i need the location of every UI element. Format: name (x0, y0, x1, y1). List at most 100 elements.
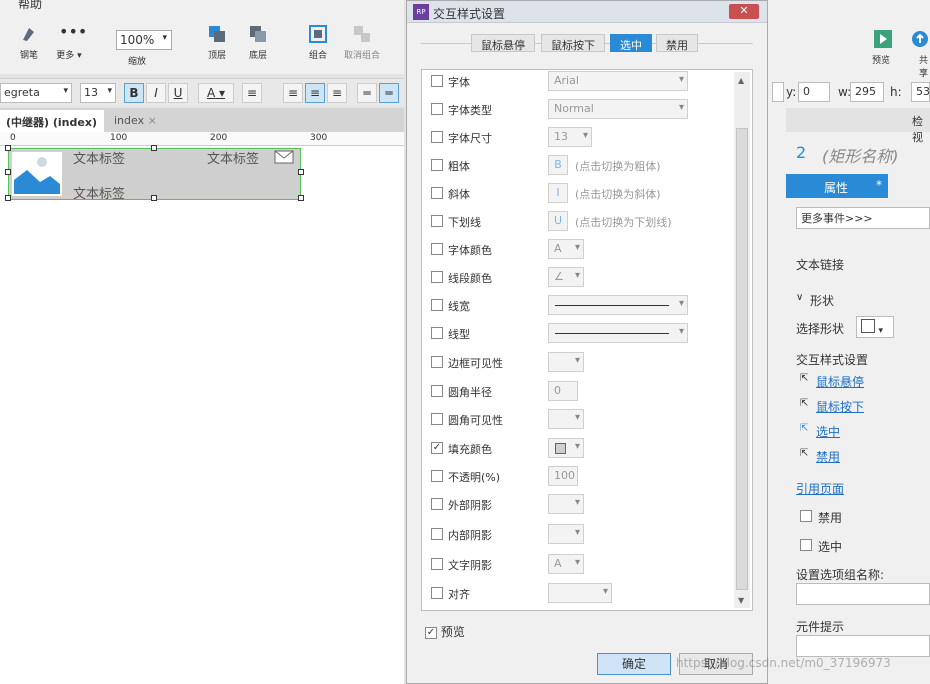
row-control[interactable]: 100 (548, 466, 578, 486)
row-checkbox[interactable] (431, 587, 443, 599)
tooltip-input[interactable] (796, 635, 930, 657)
menu-help[interactable]: 帮助 (18, 0, 42, 12)
resize-handle[interactable] (298, 195, 304, 201)
italic-button[interactable]: I (146, 83, 166, 103)
resize-handle[interactable] (298, 169, 304, 175)
bring-to-top-button[interactable]: 顶层 (194, 24, 240, 61)
preview-icon[interactable] (874, 30, 892, 48)
h-field[interactable]: 53 (911, 82, 930, 102)
tab-hover[interactable]: 鼠标悬停 (471, 34, 535, 52)
tab-selected[interactable]: 选中 (610, 34, 652, 52)
bold-button[interactable]: B (124, 83, 144, 103)
close-icon[interactable]: × (148, 114, 157, 127)
ref-page-link[interactable]: 引用页面 (796, 480, 844, 497)
row-checkbox[interactable] (431, 558, 443, 570)
row-control[interactable] (548, 524, 584, 544)
scroll-down-icon[interactable]: ▼ (738, 596, 744, 605)
row-control[interactable] (548, 323, 688, 343)
row-checkbox[interactable] (431, 385, 443, 397)
row-checkbox[interactable] (431, 187, 443, 199)
tab-disabled[interactable]: 禁用 (656, 34, 698, 52)
row-checkbox[interactable] (431, 299, 443, 311)
group-button[interactable]: 组合 (295, 24, 341, 61)
scrollbar-thumb[interactable] (736, 128, 748, 590)
row-checkbox[interactable] (431, 159, 443, 171)
row-checkbox[interactable] (431, 215, 443, 227)
zoom-select[interactable]: 100% ▾ (116, 30, 172, 50)
row-checkbox[interactable] (431, 131, 443, 143)
row-control[interactable] (548, 583, 612, 603)
x-field-edge[interactable] (772, 82, 784, 102)
row-control[interactable]: U (548, 211, 568, 231)
row-control[interactable]: A (548, 554, 584, 574)
repeater-widget[interactable]: 文本标签 文本标签 文本标签 (5, 145, 304, 202)
tab-mouse-down[interactable]: 鼠标按下 (541, 34, 605, 52)
row-control[interactable]: 0 (548, 381, 578, 401)
w-field[interactable]: 295 (850, 82, 884, 102)
row-checkbox[interactable] (431, 243, 443, 255)
row-checkbox[interactable] (431, 413, 443, 425)
row-control[interactable]: I (548, 183, 568, 203)
row-control[interactable] (548, 494, 584, 514)
row-checkbox[interactable] (431, 498, 443, 510)
row-checkbox[interactable] (431, 271, 443, 283)
tab-index-repeater[interactable]: (中继器) (index) × (0, 110, 104, 143)
row-checkbox[interactable] (431, 470, 443, 482)
selected-style-link[interactable]: 选中 (816, 423, 840, 440)
tab-properties[interactable]: 属性 * (786, 174, 888, 198)
row-control[interactable]: B (548, 155, 568, 175)
hover-style-link[interactable]: 鼠标悬停 (816, 373, 864, 390)
selected-checkbox[interactable] (800, 539, 812, 551)
row-control[interactable]: 13 (548, 127, 592, 147)
share-cloud-icon[interactable] (910, 30, 930, 48)
shape-name-field[interactable]: (矩形名称) (822, 143, 899, 167)
align-left-button[interactable]: ≡ (283, 83, 303, 103)
preview-checkbox[interactable]: ✓ 预览 (425, 623, 465, 640)
ok-button[interactable]: 确定 (597, 653, 671, 675)
text-link-label[interactable]: 文本链接 (796, 256, 844, 273)
underline-button[interactable]: U (168, 83, 188, 103)
align-center-button[interactable]: ≡ (305, 83, 325, 103)
row-checkbox[interactable] (431, 75, 443, 87)
y-field[interactable]: 0 (798, 82, 830, 102)
row-control[interactable] (548, 352, 584, 372)
send-to-bottom-button[interactable]: 底层 (235, 24, 281, 61)
row-checkbox[interactable] (431, 327, 443, 339)
press-style-link[interactable]: 鼠标按下 (816, 398, 864, 415)
disabled-checkbox[interactable] (800, 510, 812, 522)
resize-handle[interactable] (151, 145, 157, 151)
resize-handle[interactable] (5, 195, 11, 201)
align-top-button[interactable]: ═ (357, 83, 377, 103)
more-button[interactable]: ••• 更多 ▾ (46, 24, 92, 62)
row-checkbox[interactable]: ✓ (431, 442, 443, 454)
row-control[interactable]: Normal (548, 99, 688, 119)
shape-picker[interactable]: ▾ (856, 316, 894, 338)
chevron-down-icon[interactable]: ∨ (796, 292, 803, 303)
align-middle-button[interactable]: ═ (379, 83, 399, 103)
row-checkbox[interactable] (431, 528, 443, 540)
align-right-button[interactable]: ≡ (327, 83, 347, 103)
row-control[interactable] (548, 438, 584, 458)
close-button[interactable]: ✕ (729, 4, 759, 19)
resize-handle[interactable] (5, 145, 11, 151)
more-events-select[interactable]: 更多事件>>> (796, 207, 930, 229)
resize-handle[interactable] (5, 169, 11, 175)
row-control[interactable]: ∠ (548, 267, 584, 287)
row-control[interactable] (548, 409, 584, 429)
scroll-up-icon[interactable]: ▲ (738, 76, 744, 85)
row-control[interactable] (548, 295, 688, 315)
resize-handle[interactable] (151, 195, 157, 201)
row-checkbox[interactable] (431, 356, 443, 368)
design-canvas[interactable] (0, 146, 404, 684)
bullet-list-button[interactable]: ≡ (242, 83, 262, 103)
tab-index[interactable]: index × (108, 110, 163, 132)
row-control[interactable]: Arial (548, 71, 688, 91)
font-color-button[interactable]: A ▾ (198, 83, 234, 103)
font-family-select[interactable]: egreta ▾ (0, 83, 72, 103)
font-size-select[interactable]: 13 ▾ (80, 83, 116, 103)
disabled-style-link[interactable]: 禁用 (816, 448, 840, 465)
row-control[interactable]: A (548, 239, 584, 259)
group-name-input[interactable] (796, 583, 930, 605)
ungroup-button[interactable]: 取消组合 (338, 24, 386, 61)
row-checkbox[interactable] (431, 103, 443, 115)
